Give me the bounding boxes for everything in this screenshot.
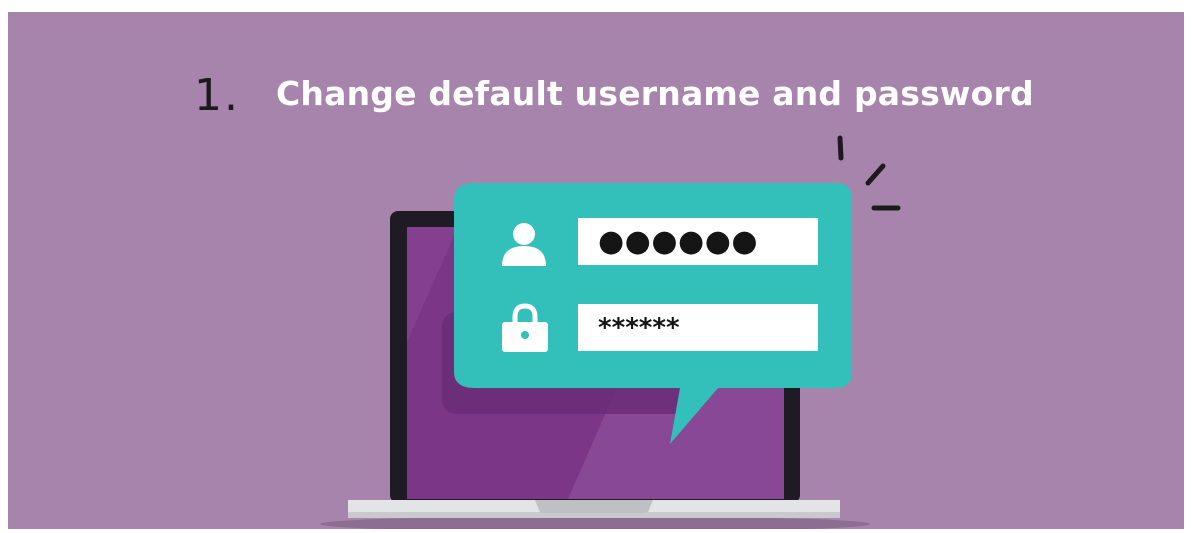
illustration-panel: 1. Change default username and password … (8, 12, 1184, 529)
password-field: ****** (578, 304, 818, 351)
username-value: ●●●●●● (598, 224, 759, 259)
step-number: 1. (194, 70, 240, 121)
page-title: Change default username and password (276, 74, 1034, 113)
password-value: ****** (598, 312, 680, 343)
username-field: ●●●●●● (578, 218, 818, 265)
